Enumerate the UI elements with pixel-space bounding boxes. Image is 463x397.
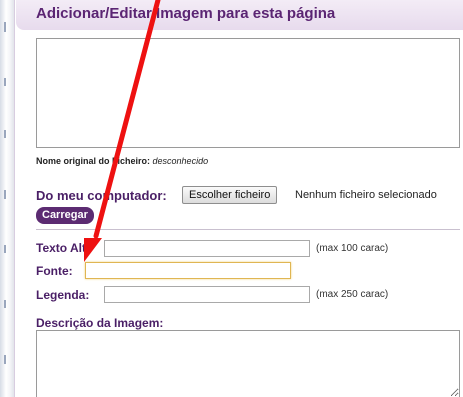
choose-file-button[interactable]: Escolher ficheiro (182, 186, 278, 204)
dialog-title: Adicionar/Editar Imagem para esta página (36, 5, 336, 22)
edge-marker (4, 130, 6, 138)
original-filename-label: Nome original do Ficheiro: (36, 156, 151, 166)
from-computer-label: Do meu computador: (36, 188, 167, 203)
edge-marker (4, 245, 6, 253)
description-textarea[interactable] (36, 330, 460, 397)
caption-input[interactable] (104, 286, 310, 303)
caption-hint: (max 250 carac) (316, 289, 389, 300)
edge-marker (4, 300, 6, 308)
alt-text-hint: (max 100 carac) (316, 243, 389, 254)
no-file-selected-text: Nenhum ficheiro selecionado (295, 189, 437, 201)
upload-button[interactable]: Carregar (36, 207, 94, 224)
source-label: Fonte: (36, 264, 73, 278)
description-label: Descrição da Imagem: (36, 316, 164, 330)
alt-text-input[interactable] (104, 240, 310, 257)
image-preview-area (36, 38, 460, 148)
original-filename-value: desconhecido (152, 156, 209, 166)
alt-text-label: Texto Alt: (36, 241, 90, 255)
edge-marker (4, 78, 6, 86)
edge-marker (4, 355, 6, 364)
section-divider (36, 229, 460, 230)
original-filename: Nome original do Ficheiro: desconhecido (36, 156, 208, 166)
edge-marker (4, 190, 6, 199)
edge-marker (4, 22, 6, 32)
left-edge-strip (0, 0, 14, 397)
caption-label: Legenda: (36, 288, 90, 302)
source-input[interactable] (85, 262, 291, 279)
